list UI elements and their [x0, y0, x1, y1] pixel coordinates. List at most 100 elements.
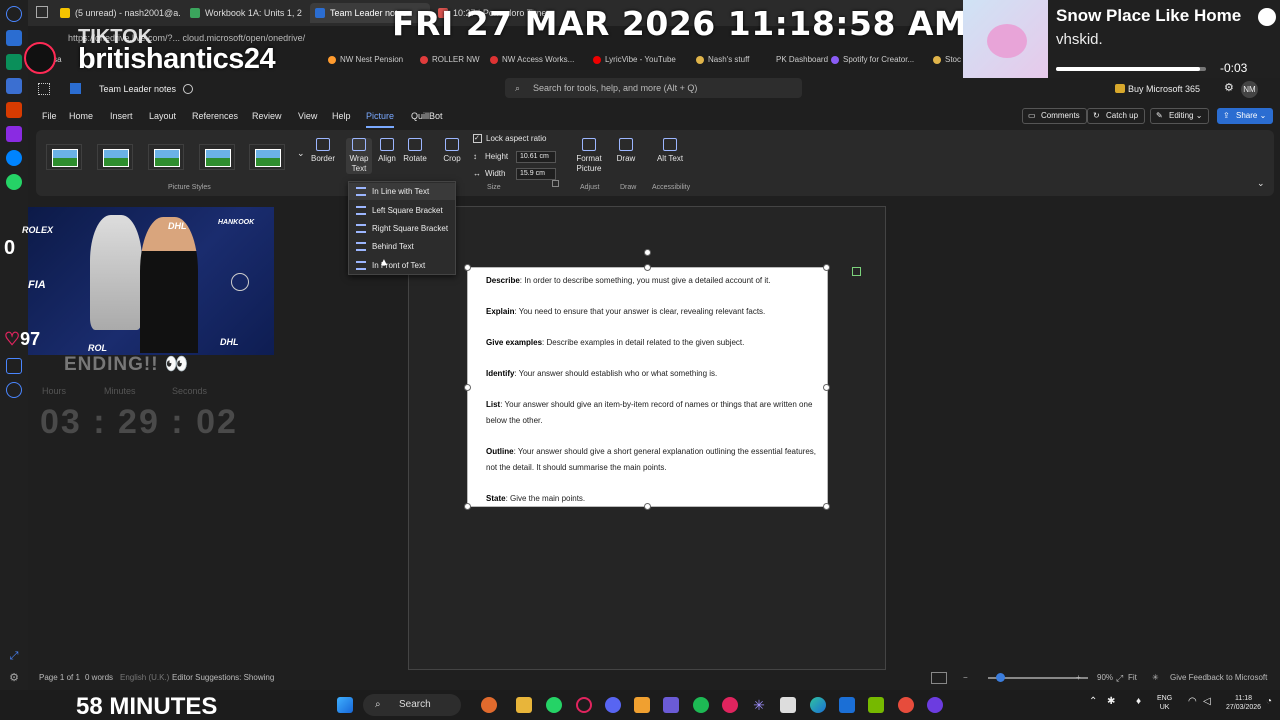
- resize-handle-bottom-right[interactable]: [823, 503, 830, 510]
- resize-handle-right[interactable]: [823, 384, 830, 391]
- edge-browser-icon[interactable]: [810, 697, 826, 713]
- picture-style-4[interactable]: [199, 144, 235, 170]
- catch-up-button[interactable]: ↻ Catch up: [1087, 108, 1146, 124]
- discord-icon[interactable]: [605, 697, 621, 713]
- bookmark-item[interactable]: Nash's stuff: [696, 50, 749, 70]
- zoom-out-icon[interactable]: −: [963, 670, 968, 686]
- resize-handle-top[interactable]: [644, 264, 651, 271]
- alt-text-button[interactable]: Alt Text: [656, 138, 684, 164]
- editing-mode-button[interactable]: ✎ Editing ⌄: [1150, 108, 1210, 124]
- file-explorer-icon[interactable]: [516, 697, 532, 713]
- tab-file[interactable]: File: [42, 106, 57, 126]
- tab-references[interactable]: References: [192, 106, 238, 126]
- border-button[interactable]: Border: [310, 138, 336, 164]
- picture-style-1[interactable]: [46, 144, 82, 170]
- windows-start-icon[interactable]: [337, 697, 353, 713]
- wrap-in-front-of-text[interactable]: In Front of Text: [349, 257, 455, 274]
- page-view-icon[interactable]: [931, 672, 947, 684]
- shield-icon[interactable]: [6, 358, 22, 374]
- system-clock[interactable]: 11:18 27/03/2026: [1226, 694, 1261, 712]
- zoom-level[interactable]: 90%: [1097, 670, 1113, 686]
- wrap-in-line-with-text[interactable]: In Line with Text: [349, 183, 455, 200]
- styles-more-icon[interactable]: ⌄: [297, 148, 305, 159]
- resize-handle-top-right[interactable]: [823, 264, 830, 271]
- buy-m365-link[interactable]: Buy Microsoft 365: [1128, 78, 1200, 100]
- layout-options-icon[interactable]: [852, 267, 861, 276]
- tab-insert[interactable]: Insert: [110, 106, 133, 126]
- tab-help[interactable]: Help: [332, 106, 351, 126]
- width-field[interactable]: 15.9 cm: [516, 168, 556, 180]
- zoom-in-icon[interactable]: +: [1076, 670, 1081, 686]
- bluetooth-icon[interactable]: ✱: [1107, 697, 1115, 707]
- notification-bell-icon[interactable]: ◔: [1266, 697, 1272, 707]
- bookmark-item[interactable]: Spotify for Creator...: [831, 50, 914, 70]
- resize-handle-bottom-left[interactable]: [464, 503, 471, 510]
- edge-profile-icon[interactable]: [6, 6, 22, 22]
- search-box[interactable]: ⌕ Search for tools, help, and more (Alt …: [505, 78, 802, 98]
- microphone-icon[interactable]: ♦: [1136, 697, 1141, 707]
- media-app-icon[interactable]: [722, 697, 738, 713]
- wrap-text-button[interactable]: Wrap Text: [346, 138, 372, 174]
- bookmark-item[interactable]: LyricVibe - YouTube: [593, 50, 676, 70]
- sidebar-settings-icon[interactable]: ⚙: [6, 670, 22, 686]
- wifi-icon[interactable]: ◠: [1188, 697, 1197, 707]
- office-icon[interactable]: [6, 102, 22, 118]
- tab-picture[interactable]: Picture: [366, 106, 395, 128]
- picture-style-3[interactable]: [148, 144, 184, 170]
- lock-aspect-checkbox[interactable]: ✓: [473, 134, 482, 143]
- document-title[interactable]: Team Leader notes: [99, 78, 176, 100]
- language-indicator[interactable]: ENG UK: [1157, 694, 1172, 712]
- tab-view[interactable]: View: [298, 106, 317, 126]
- wrap-behind-text[interactable]: Behind Text: [349, 238, 455, 255]
- volume-icon[interactable]: ◁: [1203, 697, 1211, 707]
- outlook-icon[interactable]: [839, 697, 855, 713]
- user-avatar[interactable]: NM: [1241, 81, 1258, 98]
- ribbon-collapse-icon[interactable]: ⌄: [1257, 178, 1265, 189]
- resize-handle-top-left[interactable]: [464, 264, 471, 271]
- spotify-icon[interactable]: [693, 697, 709, 713]
- tab-actions-icon[interactable]: [36, 6, 48, 18]
- expand-icon[interactable]: ⤢: [6, 648, 22, 664]
- format-picture-button[interactable]: Format Picture: [572, 138, 606, 174]
- nvidia-icon[interactable]: [868, 697, 884, 713]
- sparkle-app-icon[interactable]: ✳: [751, 697, 767, 713]
- fit-button[interactable]: Fit: [1128, 670, 1137, 686]
- picture-style-2[interactable]: [97, 144, 133, 170]
- crop-button[interactable]: Crop: [440, 138, 464, 164]
- settings-icon[interactable]: ⚙: [1224, 77, 1234, 99]
- browser-tab[interactable]: Workbook 1A: Units 1, 2 an: [185, 3, 303, 23]
- resize-handle-bottom[interactable]: [644, 503, 651, 510]
- app-launcher-icon[interactable]: [38, 83, 50, 95]
- bookmark-item[interactable]: NW Nest Pension: [328, 50, 403, 70]
- widget-icon[interactable]: [481, 697, 497, 713]
- page-count[interactable]: Page 1 of 1: [39, 670, 80, 686]
- bookmark-item[interactable]: Stoc: [933, 50, 961, 70]
- draw-button[interactable]: Draw: [614, 138, 638, 164]
- size-dialog-launcher-icon[interactable]: [552, 180, 559, 187]
- rotate-button[interactable]: Rotate: [401, 138, 429, 164]
- height-field[interactable]: 10.61 cm: [516, 151, 556, 163]
- editor-suggestions[interactable]: Editor Suggestions: Showing: [172, 670, 274, 686]
- align-button[interactable]: Align: [375, 138, 399, 164]
- tab-home[interactable]: Home: [69, 106, 93, 126]
- picture-style-5[interactable]: [249, 144, 285, 170]
- selected-picture[interactable]: Describe: In order to describe something…: [464, 249, 830, 510]
- copilot-icon[interactable]: [6, 30, 22, 46]
- bookmark-item[interactable]: ROLLER NW: [420, 50, 480, 70]
- settings-gear-icon[interactable]: [6, 382, 22, 398]
- tray-overflow-icon[interactable]: ⌃: [1089, 697, 1097, 707]
- whatsapp-icon[interactable]: [546, 697, 562, 713]
- vpn-app-icon[interactable]: [898, 697, 914, 713]
- browser-tab[interactable]: (5 unread) - nash2001@a...: [55, 3, 181, 23]
- language-status[interactable]: English (U.K.): [120, 670, 169, 686]
- pencil-app-icon[interactable]: [634, 697, 650, 713]
- whatsapp-icon[interactable]: [6, 174, 22, 190]
- twitch-icon[interactable]: [6, 126, 22, 142]
- tab-layout[interactable]: Layout: [149, 106, 176, 126]
- tab-review[interactable]: Review: [252, 106, 282, 126]
- zoom-app-icon[interactable]: [927, 697, 943, 713]
- messenger-icon[interactable]: [6, 150, 22, 166]
- grid-app-icon[interactable]: [663, 697, 679, 713]
- wrap-left-square-bracket[interactable]: Left Square Bracket: [349, 202, 455, 219]
- tab-quillbot[interactable]: QuillBot: [411, 106, 443, 126]
